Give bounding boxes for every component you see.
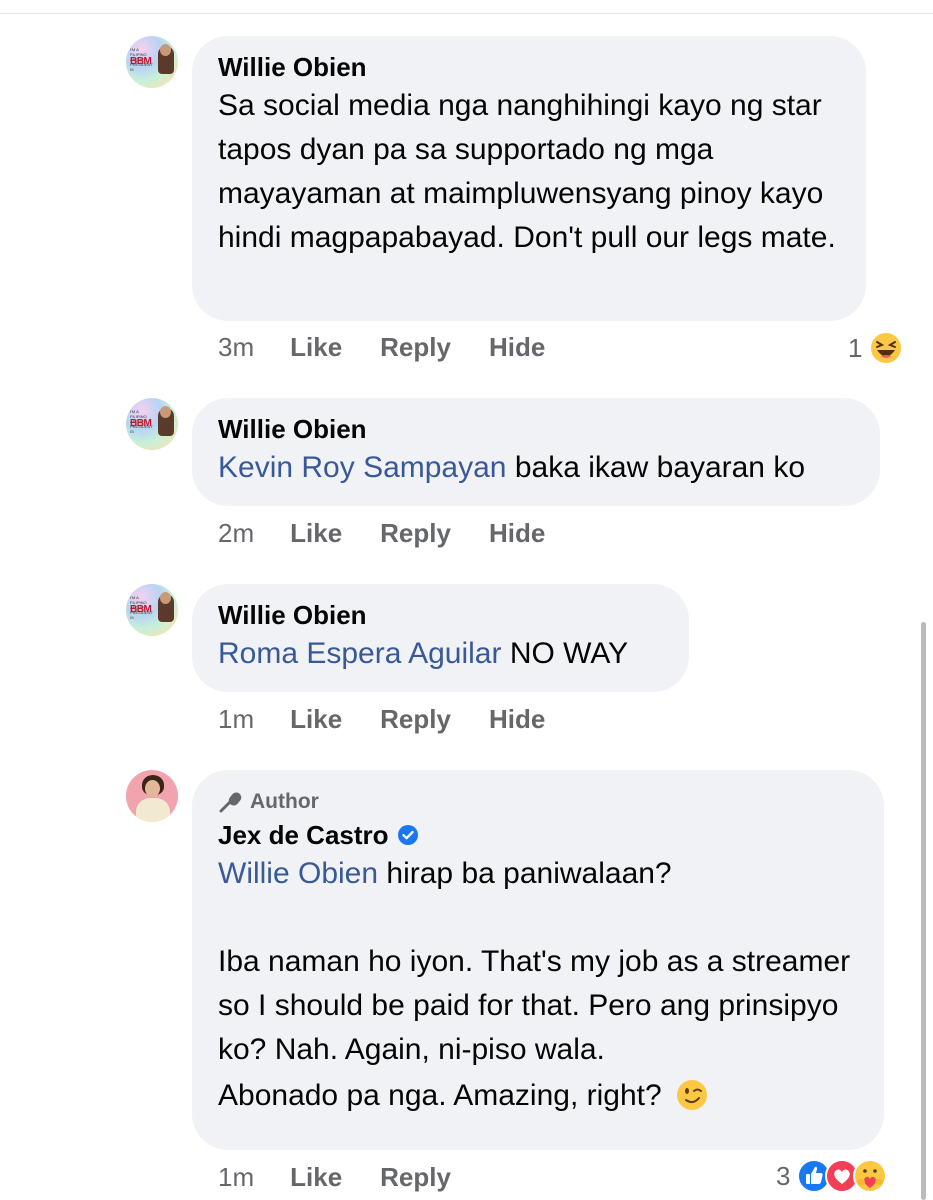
author-badge: Author <box>218 788 858 816</box>
reply-button[interactable]: Reply <box>380 518 451 549</box>
avatar-face <box>160 406 171 418</box>
hide-button[interactable]: Hide <box>489 332 545 363</box>
like-button[interactable]: Like <box>290 704 342 735</box>
comment-bubble: Willie Obien Sa social media nga nanghih… <box>192 36 866 321</box>
comment-paragraph: Abonado pa nga. Amazing, right? <box>218 1079 662 1112</box>
hide-button[interactable]: Hide <box>489 704 545 735</box>
top-divider <box>0 13 933 14</box>
avatar-face <box>160 44 171 56</box>
comment-text: Sa social media nga nanghihingi kayo ng … <box>218 89 836 254</box>
like-button[interactable]: Like <box>290 1162 342 1193</box>
like-button[interactable]: Like <box>290 518 342 549</box>
reply-button[interactable]: Reply <box>380 332 451 363</box>
comment-time[interactable]: 2m <box>218 518 254 549</box>
haha-icon <box>868 330 904 366</box>
avatar-bbm-text: BBM <box>130 56 152 67</box>
comment-bubble: Willie Obien Kevin Roy Sampayan baka ika… <box>192 398 880 506</box>
avatar-body <box>136 798 170 822</box>
mention-link[interactable]: Kevin Roy Sampayan <box>218 451 507 484</box>
comment-paragraph: Iba naman ho iyon. That's my job as a st… <box>218 945 851 1066</box>
care-icon <box>852 1158 888 1194</box>
comment-text: baka ikaw bayaran ko <box>506 451 806 484</box>
scrollbar[interactable] <box>921 622 926 1200</box>
reply-button[interactable]: Reply <box>380 704 451 735</box>
comment-actions: 1m Like Reply <box>218 1162 489 1193</box>
comment-bubble: Willie Obien Roma Espera Aguilar NO WAY <box>192 584 689 692</box>
mention-link[interactable]: Willie Obien <box>218 857 378 890</box>
commenter-name[interactable]: Willie Obien <box>218 50 840 84</box>
comment-actions: 3m Like Reply Hide <box>218 332 583 363</box>
avatar[interactable]: I'M A FILIPINO AND MY PRESIDENT IS BBM <box>126 398 178 450</box>
commenter-name[interactable]: Willie Obien <box>218 598 663 632</box>
comment-time[interactable]: 1m <box>218 1162 254 1193</box>
avatar[interactable] <box>126 770 178 822</box>
commenter-name[interactable]: Jex de Castro <box>218 818 389 852</box>
comment-actions: 1m Like Reply Hide <box>218 704 583 735</box>
author-label: Author <box>250 790 319 813</box>
mention-link[interactable]: Roma Espera Aguilar <box>218 637 501 670</box>
hide-button[interactable]: Hide <box>489 518 545 549</box>
reply-button[interactable]: Reply <box>380 1162 451 1193</box>
reaction-summary[interactable]: 1 <box>848 330 904 366</box>
avatar-face <box>160 592 171 604</box>
reaction-summary[interactable]: 3 <box>776 1158 888 1194</box>
microphone-icon <box>218 790 244 814</box>
comment-time[interactable]: 3m <box>218 332 254 363</box>
comment-actions: 2m Like Reply Hide <box>218 518 583 549</box>
comment-text: NO WAY <box>501 637 629 670</box>
reaction-count: 3 <box>776 1160 791 1191</box>
avatar-face <box>145 780 160 797</box>
wink-emoji-icon <box>676 1079 708 1124</box>
commenter-name[interactable]: Willie Obien <box>218 412 854 446</box>
reaction-count: 1 <box>848 332 863 363</box>
avatar-bbm-text: BBM <box>130 604 152 615</box>
like-button[interactable]: Like <box>290 332 342 363</box>
verified-badge-icon <box>397 824 419 846</box>
comment-text: hirap ba paniwalaan? <box>378 857 672 890</box>
avatar[interactable]: I'M A FILIPINO AND MY PRESIDENT IS BBM <box>126 36 178 88</box>
avatar[interactable]: I'M A FILIPINO AND MY PRESIDENT IS BBM <box>126 584 178 636</box>
comment-bubble: Author Jex de Castro Willie Obien hirap … <box>192 770 884 1150</box>
comment-time[interactable]: 1m <box>218 704 254 735</box>
avatar-bbm-text: BBM <box>130 418 152 429</box>
